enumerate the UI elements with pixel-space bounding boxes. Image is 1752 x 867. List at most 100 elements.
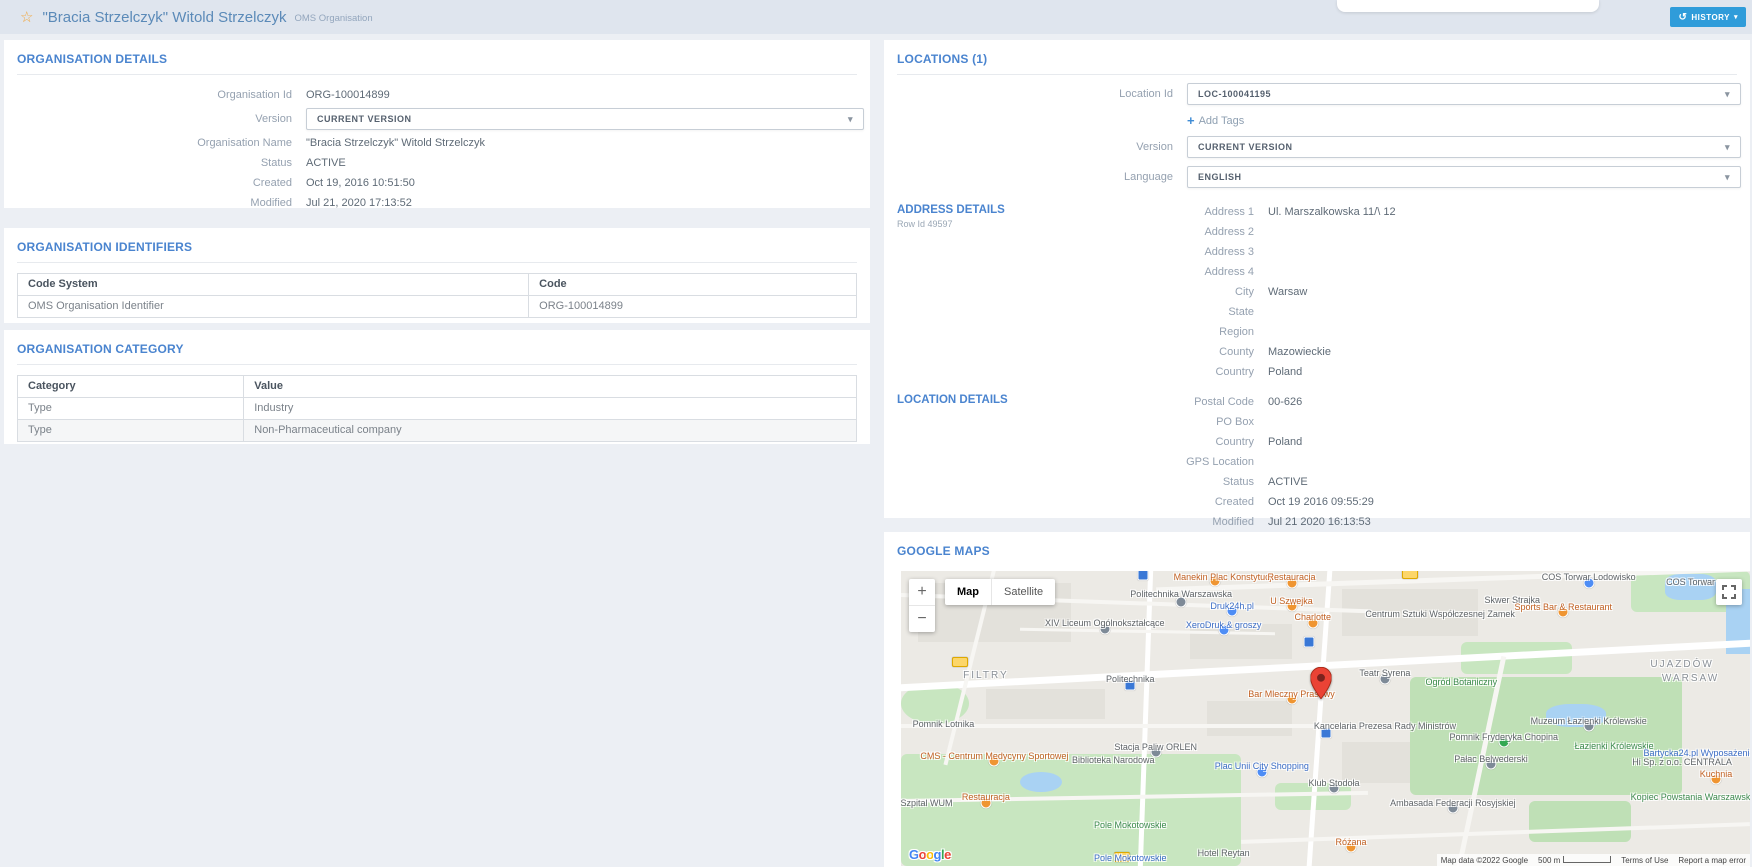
map-place-label[interactable]: Hi Sp. z o.o. CENTRALA xyxy=(1632,757,1732,767)
field-label: Organisation Id xyxy=(4,85,306,105)
map-place-label[interactable]: CMS - Centrum Medycyny Sportowej xyxy=(920,751,1068,761)
map-place-label[interactable]: Politechnika xyxy=(1106,674,1155,684)
divider xyxy=(897,74,1737,75)
map-place-label[interactable]: Kuchnia xyxy=(1700,769,1733,779)
location-version-select[interactable]: CURRENT VERSION ▾ xyxy=(1187,136,1741,158)
map-place-label[interactable]: Pomnik Fryderyka Chopina xyxy=(1450,732,1559,742)
map-place-label[interactable]: Sports Bar & Restaurant xyxy=(1514,602,1612,612)
map-zoom-control: + − xyxy=(909,579,935,632)
report-map-error-link[interactable]: Report a map error xyxy=(1678,856,1746,865)
fullscreen-button[interactable] xyxy=(1716,579,1742,605)
field-row: Version CURRENT VERSION ▾ xyxy=(884,136,1750,158)
poi-marker[interactable] xyxy=(952,657,968,667)
google-logo-letter: o xyxy=(919,847,926,862)
map-place-label[interactable]: Pałac Belwederski xyxy=(1454,754,1528,764)
map-place-label[interactable]: XeroDruk & groszy xyxy=(1186,620,1262,630)
map-scale-bar xyxy=(1563,856,1611,863)
google-logo-letter: o xyxy=(926,847,933,862)
map-place-label[interactable]: Centrum Sztuki Współczesnej Zamek xyxy=(1365,609,1515,619)
map-place-label[interactable]: Stacja Paliw ORLEN xyxy=(1114,742,1197,752)
map-place-label[interactable]: Politechnika Warszawska xyxy=(1130,589,1232,599)
map-place-label[interactable]: XIV Liceum Ogólnokształcące xyxy=(1045,618,1165,628)
map-type-control: Map Satellite xyxy=(945,579,1055,605)
field-value: Ul. Marszalkowska 11/\ 12 xyxy=(1268,202,1396,222)
map-place-label[interactable]: Restauracja xyxy=(1268,572,1316,582)
map-place-label[interactable]: Druk24h.pl xyxy=(1210,601,1254,611)
map-canvas[interactable]: Manekin Plac Konstytucji Restauracja COS… xyxy=(901,571,1750,866)
map-place-label[interactable]: Ogród Botaniczny xyxy=(1426,677,1498,687)
map-place-label[interactable]: Kancelaria Prezesa Rady Ministrów xyxy=(1314,721,1456,731)
field-value: ACTIVE xyxy=(1268,472,1308,492)
poi-marker[interactable] xyxy=(1402,571,1418,579)
map-place-label[interactable]: Teatr Syrena xyxy=(1359,668,1410,678)
map-place-label[interactable]: COS Torwar Lodowisko xyxy=(1542,572,1636,582)
location-id-select-value: LOC-100041195 xyxy=(1198,89,1271,99)
field-row: Address 2 xyxy=(884,222,1750,242)
map-place-label[interactable]: UJAZDÓW xyxy=(1650,660,1713,670)
map-place-label[interactable]: Różana xyxy=(1335,837,1366,847)
poi-marker[interactable] xyxy=(1137,571,1148,581)
field-row: GPS Location xyxy=(884,452,1750,472)
map-place-label[interactable]: Restauracja xyxy=(962,792,1010,802)
poi-marker[interactable] xyxy=(1303,636,1314,647)
table-row: Type Non-Pharmaceutical company xyxy=(18,420,856,441)
field-row: Organisation Name "Bracia Strzelczyk" Wi… xyxy=(4,133,870,153)
field-value: ACTIVE xyxy=(306,153,346,173)
map-place-label[interactable]: Muzeum Łazienki Królewskie xyxy=(1531,716,1647,726)
table-cell: OMS Organisation Identifier xyxy=(18,296,529,317)
map-place-label[interactable]: Pomnik Lotnika xyxy=(913,719,975,729)
history-button[interactable]: ↺ HISTORY ▾ xyxy=(1670,7,1746,27)
zoom-out-button[interactable]: − xyxy=(909,606,935,632)
address-details-heading: ADDRESS DETAILS xyxy=(897,204,1005,216)
map-block xyxy=(986,689,1105,719)
map-place-label[interactable]: Manekin Plac Konstytucji xyxy=(1174,572,1274,582)
satellite-view-button[interactable]: Satellite xyxy=(991,579,1055,605)
add-tags-link[interactable]: + Add Tags xyxy=(1187,113,1750,128)
park-area xyxy=(1529,801,1631,842)
field-label: GPS Location xyxy=(884,452,1268,472)
map-attribution: Map data ©2022 Google 500 m Terms of Use… xyxy=(1437,854,1750,866)
location-pin-icon[interactable] xyxy=(1311,667,1332,699)
park-area xyxy=(901,754,1241,866)
map-place-label[interactable]: Pole Mokotowskie xyxy=(1094,820,1167,830)
page-title: "Bracia Strzelczyk" Witold Strzelczyk xyxy=(42,9,286,26)
map-view-button[interactable]: Map xyxy=(945,579,991,605)
table-row: Type Industry xyxy=(18,398,856,420)
language-select[interactable]: ENGLISH ▾ xyxy=(1187,166,1741,188)
map-place-label[interactable]: Charlotte xyxy=(1294,612,1331,622)
google-logo-letter: e xyxy=(944,847,951,862)
field-label: Language xyxy=(884,171,1187,183)
table-cell: Industry xyxy=(244,398,856,419)
map-place-label[interactable]: Pole Mokotowskie xyxy=(1094,853,1167,863)
map-place-label[interactable]: Łazienki Królewskie xyxy=(1575,741,1654,751)
favorite-star-icon[interactable]: ☆ xyxy=(20,8,33,26)
map-place-label[interactable]: Plac Unii City Shopping xyxy=(1215,761,1309,771)
divider xyxy=(17,74,857,75)
field-label: Version xyxy=(4,109,306,129)
map-place-label[interactable]: Klub Stodoła xyxy=(1308,778,1359,788)
map-place-label[interactable]: FILTRY xyxy=(963,671,1009,681)
map-place-label[interactable]: Kopiec Powstania Warszawskiego xyxy=(1631,792,1750,802)
map-place-label[interactable]: Hotel Reytan xyxy=(1198,848,1250,858)
map-place-label[interactable]: COS Torwar xyxy=(1666,577,1715,587)
zoom-in-button[interactable]: + xyxy=(909,579,935,606)
chevron-down-icon: ▾ xyxy=(848,109,853,129)
map-place-label[interactable]: WARSAW xyxy=(1662,674,1719,684)
location-id-select[interactable]: LOC-100041195 ▾ xyxy=(1187,83,1741,105)
map-place-label[interactable]: Ambasada Federacji Rosyjskiej xyxy=(1390,798,1516,808)
map-place-label[interactable]: Biblioteka Narodowa xyxy=(1072,755,1155,765)
field-row: Created Oct 19, 2016 10:51:50 xyxy=(4,173,870,193)
google-logo[interactable]: Google xyxy=(909,847,951,862)
map-place-label[interactable]: U Szwejka xyxy=(1270,596,1313,606)
top-notch xyxy=(1337,0,1599,12)
field-label: Status xyxy=(4,153,306,173)
map-place-label[interactable]: Szpital WUM xyxy=(901,798,952,808)
google-logo-letter: G xyxy=(909,847,919,862)
field-label: Organisation Name xyxy=(4,133,306,153)
organisation-details-card: ORGANISATION DETAILS Organisation Id ORG… xyxy=(4,40,870,208)
field-row: Status ACTIVE xyxy=(884,472,1750,492)
field-label: State xyxy=(884,302,1268,322)
terms-of-use-link[interactable]: Terms of Use xyxy=(1621,856,1668,865)
field-value: Oct 19 2016 09:55:29 xyxy=(1268,492,1374,512)
version-select[interactable]: CURRENT VERSION ▾ xyxy=(306,108,864,130)
